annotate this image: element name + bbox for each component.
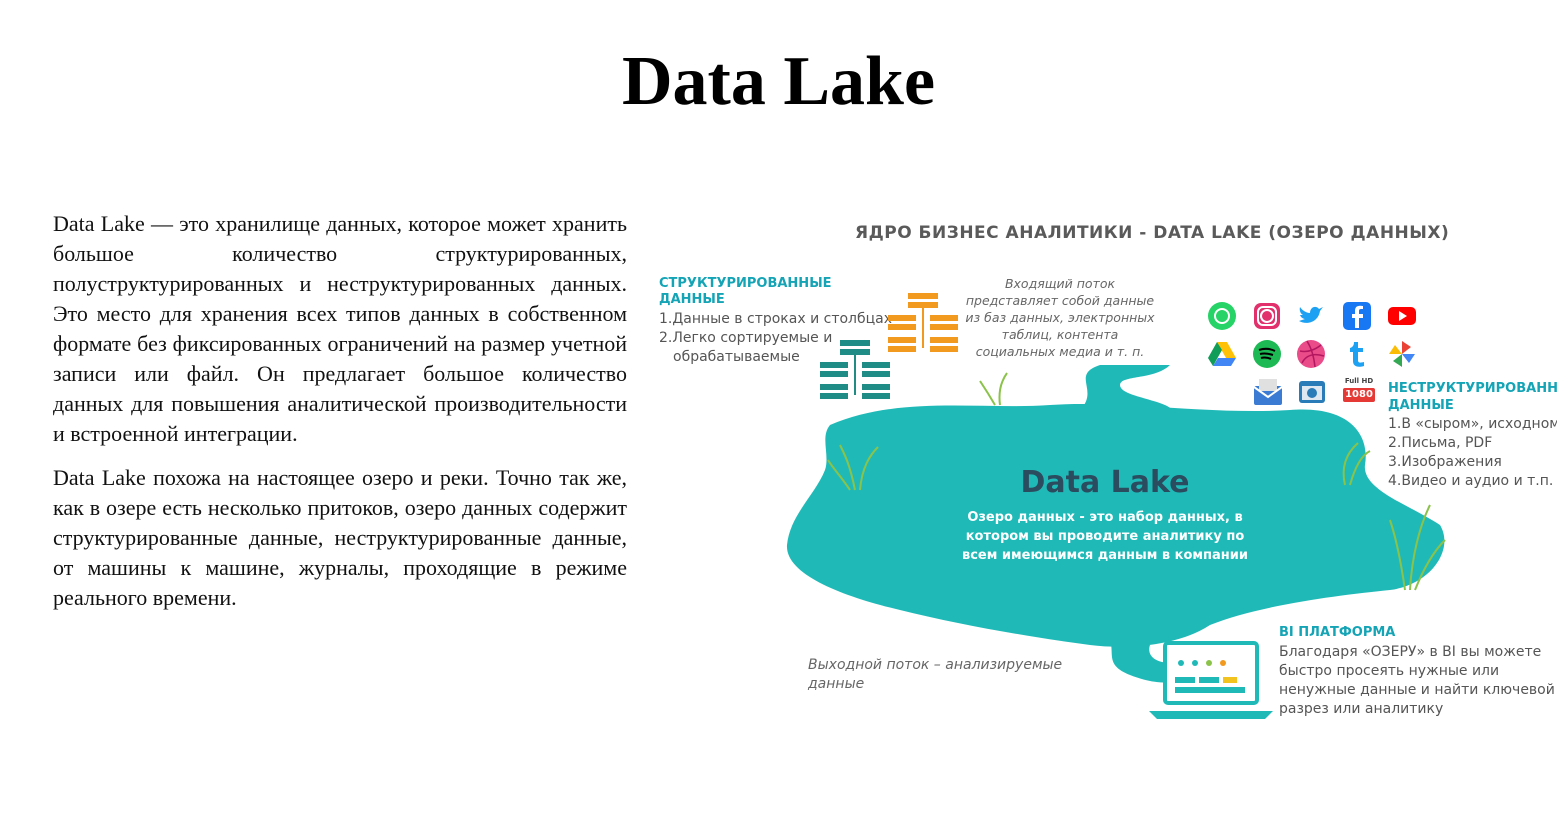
bi-heading: BI ПЛАТФОРМА [1279,625,1396,640]
google-drive-icon [1208,342,1236,366]
bi-laptop-icon [1149,641,1273,719]
body-text: Data Lake — это хранилище данных, которо… [53,209,627,627]
structured-item: 1.Данные в строках и столбцах [659,311,893,327]
unstructured-heading: НЕСТРУКТУРИРОВАННЫЕ ДАННЫЕ [1388,380,1557,414]
mail-icon [1253,379,1283,405]
video-hd-icon: Full HD 1080 [1343,377,1375,407]
dribbble-icon [1297,340,1325,368]
youtube-icon [1388,307,1416,325]
structured-heading: СТРУКТУРИРОВАННЫЕ ДАННЫЕ [659,276,832,307]
page-title: Data Lake [621,43,936,120]
pinwheel-icon [1389,341,1415,367]
paragraph-1: Data Lake — это хранилище данных, которо… [53,211,627,446]
paragraph-2: Data Lake похожа на настоящее озеро и ре… [53,465,627,610]
video-hd-label: Full HD [1344,377,1374,385]
whatsapp-icon [1208,302,1236,330]
camera-icon [1299,381,1325,403]
unstructured-item: 2.Письма, PDF [1388,435,1493,451]
video-hd-resolution: 1080 [1343,388,1375,402]
orange-hierarchy-icon [888,293,958,352]
spotify-icon [1253,340,1281,368]
teal-hierarchy-icon [820,340,890,399]
tumblr-icon [1350,342,1364,367]
bi-description: Благодаря «ОЗЕРУ» в BI вы можете быстро … [1279,644,1555,717]
lake-description: Озеро данных - это набор данных, в котор… [961,510,1248,563]
figure-title: ЯДРО БИЗНЕС АНАЛИТИКИ - DATA LAKE (ОЗЕРО… [855,223,1450,243]
unstructured-heading-line2: ДАННЫЕ [1388,398,1454,413]
data-lake-diagram: ЯДРО БИЗНЕС АНАЛИТИКИ - DATA LAKE (ОЗЕРО… [650,205,1557,745]
facebook-icon [1343,302,1371,330]
unstructured-item: 1.В «сыром», исходном [1388,416,1557,432]
lake-title: Data Lake [1020,465,1190,500]
unstructured-item: 3.Изображения [1388,454,1502,470]
unstructured-heading-line1: НЕСТРУКТУРИРОВАННЫЕ [1388,381,1557,396]
instagram-icon [1254,303,1280,329]
unstructured-item: 4.Видео и аудио и т.п. [1388,473,1554,489]
unstructured-list: 1.В «сыром», исходном 2.Письма, PDF 3.Из… [1388,415,1557,491]
twitter-icon [1299,306,1323,323]
outflow-caption: Выходной поток – анализируемые данные [808,657,1063,692]
inflow-caption: Входящий поток представляет собой данные… [965,276,1155,359]
